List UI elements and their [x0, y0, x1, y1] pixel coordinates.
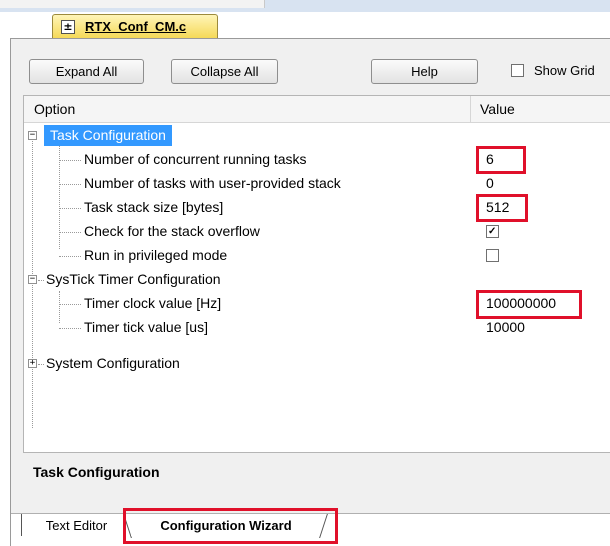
tree-row-privileged-mode[interactable]: Run in privileged mode — [24, 244, 610, 268]
tree-connector — [59, 256, 81, 257]
expand-all-button[interactable]: Expand All — [29, 59, 144, 84]
tree-row-label: Task stack size [bytes] — [84, 199, 224, 215]
window-top-strip — [0, 0, 610, 12]
tree-row-label: Timer clock value [Hz] — [84, 295, 222, 311]
tree-connector — [59, 304, 81, 305]
editor-mode-tabs: Text Editor Configuration Wizard — [11, 508, 610, 546]
show-grid-toggle[interactable]: Show Grid — [511, 63, 595, 78]
highlight-box-configuration-wizard-tab — [123, 508, 338, 544]
tree-row-label: Number of tasks with user-provided stack — [84, 175, 341, 191]
tree-connector — [59, 208, 81, 209]
tree-connector — [59, 328, 81, 329]
help-button[interactable]: Help — [371, 59, 478, 84]
configuration-wizard-panel: Expand All Collapse All Help Show Grid O… — [10, 38, 610, 546]
option-grid: Option Value − Task Configuration Number… — [23, 95, 610, 453]
checkmark-icon: ✓ — [488, 226, 497, 237]
tree-row-system-configuration[interactable]: + System Configuration — [24, 352, 610, 376]
show-grid-checkbox[interactable] — [511, 64, 524, 77]
row-value-checkbox[interactable] — [484, 247, 499, 265]
collapse-icon[interactable]: − — [28, 275, 37, 284]
row-value[interactable]: 0 — [486, 175, 494, 191]
stack-overflow-checkbox[interactable]: ✓ — [486, 225, 499, 238]
highlight-box-concurrent-tasks — [476, 146, 526, 174]
show-grid-label: Show Grid — [534, 63, 595, 78]
tree-connector — [59, 232, 81, 233]
tree-row-label: Task Configuration — [44, 125, 172, 146]
option-column-header[interactable]: Option — [34, 101, 75, 117]
expand-icon[interactable]: + — [28, 359, 37, 368]
tree-row-label: Timer tick value [us] — [84, 319, 208, 335]
tree-row-user-stack-tasks[interactable]: Number of tasks with user-provided stack… — [24, 172, 610, 196]
privileged-mode-checkbox[interactable] — [486, 249, 499, 262]
tree-connector — [59, 160, 81, 161]
tree-connector — [38, 364, 44, 365]
tree-row-label: SysTick Timer Configuration — [46, 271, 221, 287]
tree-row-systick-configuration[interactable]: − SysTick Timer Configuration — [24, 268, 610, 292]
row-value[interactable]: 10000 — [486, 319, 525, 335]
description-title: Task Configuration — [33, 464, 160, 480]
tree-row-label: Run in privileged mode — [84, 247, 228, 263]
collapse-all-button[interactable]: Collapse All — [171, 59, 278, 84]
file-tab-rtx-conf[interactable]: ± RTX_Conf_CM.c — [52, 14, 218, 38]
grid-column-header: Option Value — [24, 96, 610, 123]
highlight-box-stack-size — [476, 194, 528, 222]
tree-row-stack-overflow-check[interactable]: Check for the stack overflow ✓ — [24, 220, 610, 244]
tree-row-timer-tick[interactable]: Timer tick value [us] 10000 — [24, 316, 610, 340]
collapse-icon[interactable]: − — [28, 131, 37, 140]
tree-row-label: System Configuration — [46, 355, 180, 371]
tree-row-label: Check for the stack overflow — [84, 223, 260, 239]
c-file-icon: ± — [61, 19, 75, 34]
tab-text-editor[interactable]: Text Editor — [21, 514, 131, 536]
file-tab-label: RTX_Conf_CM.c — [85, 19, 187, 34]
row-value-checkbox[interactable]: ✓ — [484, 223, 499, 241]
tree-connector — [38, 280, 44, 281]
tree-connector — [59, 184, 81, 185]
highlight-box-timer-clock — [476, 290, 582, 319]
tree-row-label: Number of concurrent running tasks — [84, 151, 307, 167]
column-divider[interactable] — [470, 96, 471, 123]
window-top-strip-panel — [0, 0, 265, 8]
description-panel: Task Configuration — [23, 452, 610, 514]
tree-row-task-configuration[interactable]: − Task Configuration — [24, 124, 610, 148]
wizard-toolbar: Expand All Collapse All Help Show Grid — [11, 39, 610, 97]
value-column-header[interactable]: Value — [480, 101, 515, 117]
